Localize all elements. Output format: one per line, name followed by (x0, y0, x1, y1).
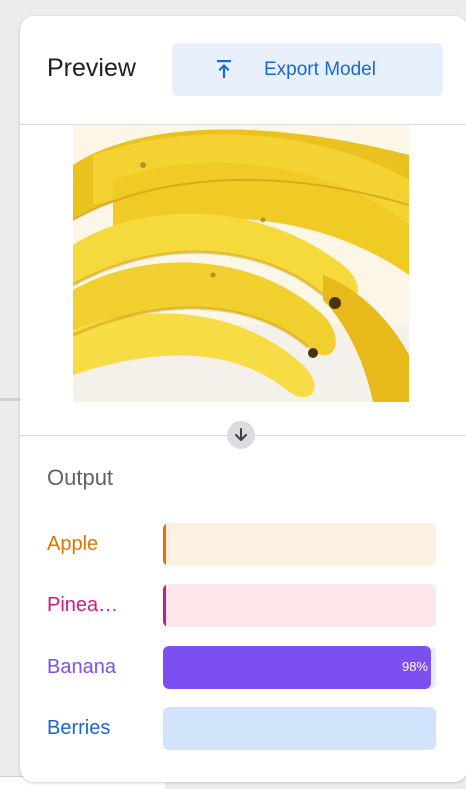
class-row-pineapple: Pinea… (20, 584, 466, 628)
preview-image (73, 125, 409, 402)
class-row-berries: Berries (20, 707, 466, 751)
class-label: Pinea… (47, 594, 119, 616)
preview-card: Preview Export Model Output Apple Pinea…… (20, 16, 466, 782)
upload-arrow-icon (212, 57, 236, 81)
arrow-down-icon (227, 421, 255, 449)
confidence-bar (163, 584, 436, 627)
class-label: Berries (47, 717, 111, 739)
confidence-fill (163, 646, 431, 689)
export-model-button[interactable]: Export Model (172, 43, 443, 96)
export-model-label: Export Model (264, 59, 376, 80)
confidence-percent: 98% (401, 659, 428, 674)
class-row-banana: Banana 98% (20, 646, 466, 690)
preview-header: Preview Export Model (20, 16, 466, 124)
confidence-bar (163, 523, 436, 566)
output-title: Output (47, 465, 114, 490)
class-label: Banana (47, 656, 116, 678)
preview-title: Preview (47, 54, 136, 82)
confidence-bar (163, 707, 436, 750)
confidence-bar: 98% (163, 646, 436, 689)
class-row-apple: Apple (20, 523, 466, 567)
confidence-fill (163, 584, 166, 627)
confidence-fill (163, 523, 166, 566)
class-label: Apple (47, 533, 99, 555)
